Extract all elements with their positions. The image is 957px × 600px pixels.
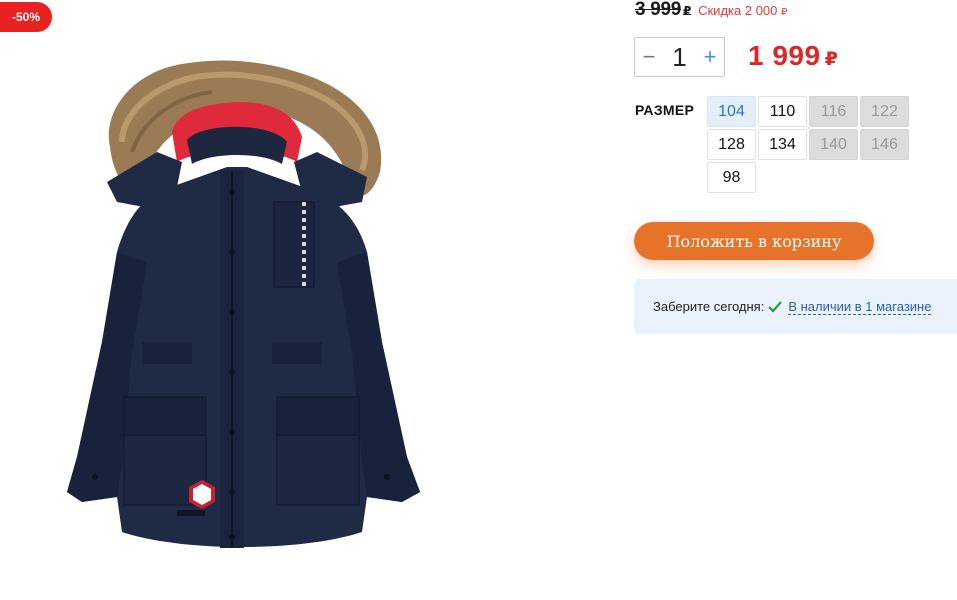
size-label: РАЗМЕР — [635, 102, 695, 118]
size-option[interactable]: 146 — [860, 129, 909, 160]
checkmark-icon — [768, 300, 783, 313]
quantity-stepper[interactable]: − 1 + — [634, 37, 725, 77]
discount-badge: -50% — [0, 2, 52, 32]
old-price: 3 999 ₽ — [635, 0, 692, 20]
size-option[interactable]: 98 — [707, 162, 756, 193]
size-option[interactable]: 140 — [809, 129, 858, 160]
old-price-row: 3 999 ₽ Скидка 2 000 ₽ — [635, 0, 787, 21]
discount-amount: Скидка 2 000 ₽ — [698, 3, 788, 18]
increase-quantity-button[interactable]: + — [696, 44, 724, 70]
current-price: 1 999 ₽ — [748, 40, 839, 71]
availability-link[interactable]: В наличии в 1 магазине — [788, 299, 932, 315]
add-to-cart-button[interactable]: Положить в корзину — [634, 222, 874, 260]
pickup-label: Заберите сегодня: — [653, 299, 765, 314]
size-option[interactable]: 116 — [809, 96, 858, 127]
jacket-illustration — [67, 60, 420, 548]
decrease-quantity-button[interactable]: − — [635, 44, 663, 70]
size-selector: 104 110 116 122 128 134 140 146 98 — [707, 96, 911, 193]
size-option[interactable]: 134 — [758, 129, 807, 160]
quantity-value[interactable]: 1 — [663, 42, 696, 73]
size-option[interactable]: 128 — [707, 129, 756, 160]
size-option[interactable]: 110 — [758, 96, 807, 127]
size-option[interactable]: 104 — [707, 96, 756, 127]
pickup-availability: Заберите сегодня: В наличии в 1 магазине — [634, 279, 957, 334]
size-option[interactable]: 122 — [860, 96, 909, 127]
product-image[interactable] — [62, 52, 428, 560]
